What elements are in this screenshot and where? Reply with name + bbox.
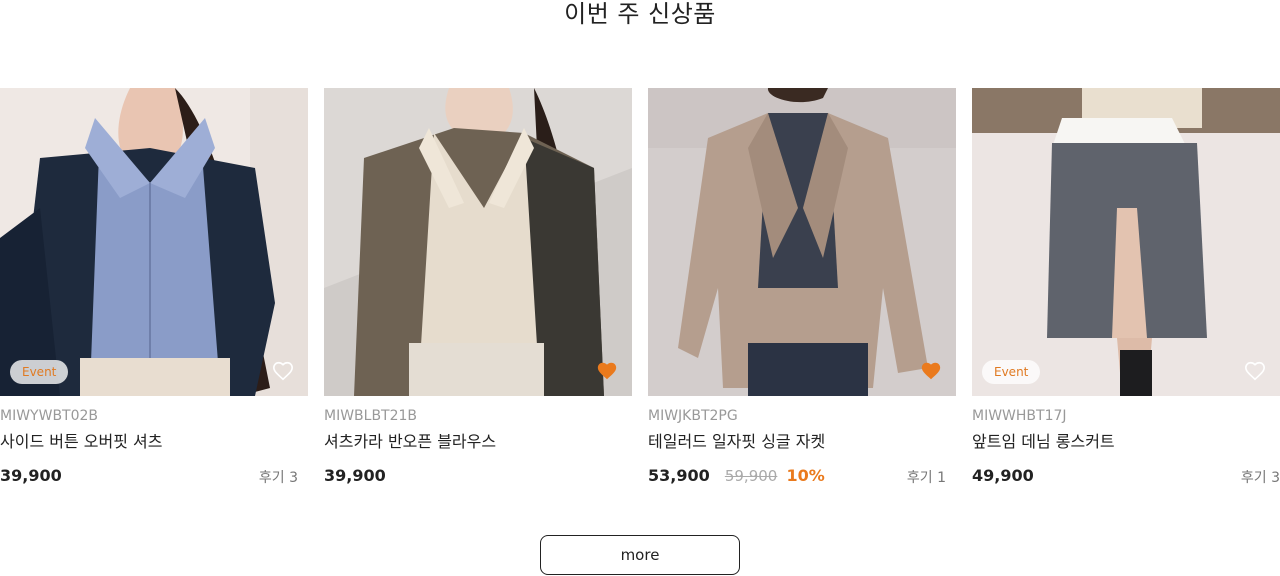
section-title: 이번 주 신상품 [564, 0, 716, 28]
heart-filled-icon[interactable] [920, 360, 942, 382]
product-image[interactable] [324, 88, 632, 396]
product-photo-blouse [324, 88, 632, 396]
product-code: MIWBLBT21B [324, 408, 418, 424]
product-image[interactable]: Event [0, 88, 308, 396]
product-code: MIWWHBT17J [972, 408, 1067, 424]
review-count: 후기 3 [1240, 470, 1280, 486]
product-card[interactable]: MIWJKBT2PG 테일러드 일자핏 싱글 자켓 53,900 59,900 … [648, 88, 956, 488]
product-photo-skirt [972, 88, 1280, 396]
price-row: 39,900 [324, 466, 632, 488]
review-count: 후기 1 [906, 470, 946, 486]
product-price: 39,900 [0, 466, 62, 485]
product-grid: Event MIWYWBT02B 사이드 버튼 오버핏 셔츠 39,900 후기… [0, 88, 1280, 508]
product-name[interactable]: 사이드 버튼 오버핏 셔츠 [0, 428, 308, 452]
product-photo-jacket [648, 88, 956, 396]
product-name[interactable]: 셔츠카라 반오픈 블라우스 [324, 428, 632, 452]
product-photo-shirt [0, 88, 308, 396]
product-code: MIWYWBT02B [0, 408, 99, 424]
product-price: 53,900 [648, 466, 710, 485]
product-image[interactable]: Event [972, 88, 1280, 396]
price-row: 49,900 후기 3 [972, 466, 1280, 488]
heart-outline-icon[interactable] [272, 360, 294, 382]
product-card[interactable]: Event MIWYWBT02B 사이드 버튼 오버핏 셔츠 39,900 후기… [0, 88, 308, 488]
price-row: 53,900 59,900 10% 후기 1 [648, 466, 956, 488]
product-price: 49,900 [972, 466, 1034, 485]
product-name[interactable]: 테일러드 일자핏 싱글 자켓 [648, 428, 956, 452]
heart-outline-icon[interactable] [1244, 360, 1266, 382]
discount-rate: 10% [786, 466, 825, 485]
review-count: 후기 3 [258, 470, 298, 486]
event-badge: Event [982, 360, 1041, 384]
original-price: 59,900 [724, 467, 778, 485]
product-price: 39,900 [324, 466, 386, 485]
more-button[interactable]: more [540, 535, 740, 575]
event-badge: Event [10, 360, 69, 384]
heart-filled-icon[interactable] [596, 360, 618, 382]
product-card[interactable]: MIWBLBT21B 셔츠카라 반오픈 블라우스 39,900 [324, 88, 632, 488]
price-row: 39,900 후기 3 [0, 466, 308, 488]
product-name[interactable]: 앞트임 데님 롱스커트 [972, 428, 1280, 452]
product-image[interactable] [648, 88, 956, 396]
product-code: MIWJKBT2PG [648, 408, 738, 424]
product-card[interactable]: Event MIWWHBT17J 앞트임 데님 롱스커트 49,900 후기 3 [972, 88, 1280, 488]
